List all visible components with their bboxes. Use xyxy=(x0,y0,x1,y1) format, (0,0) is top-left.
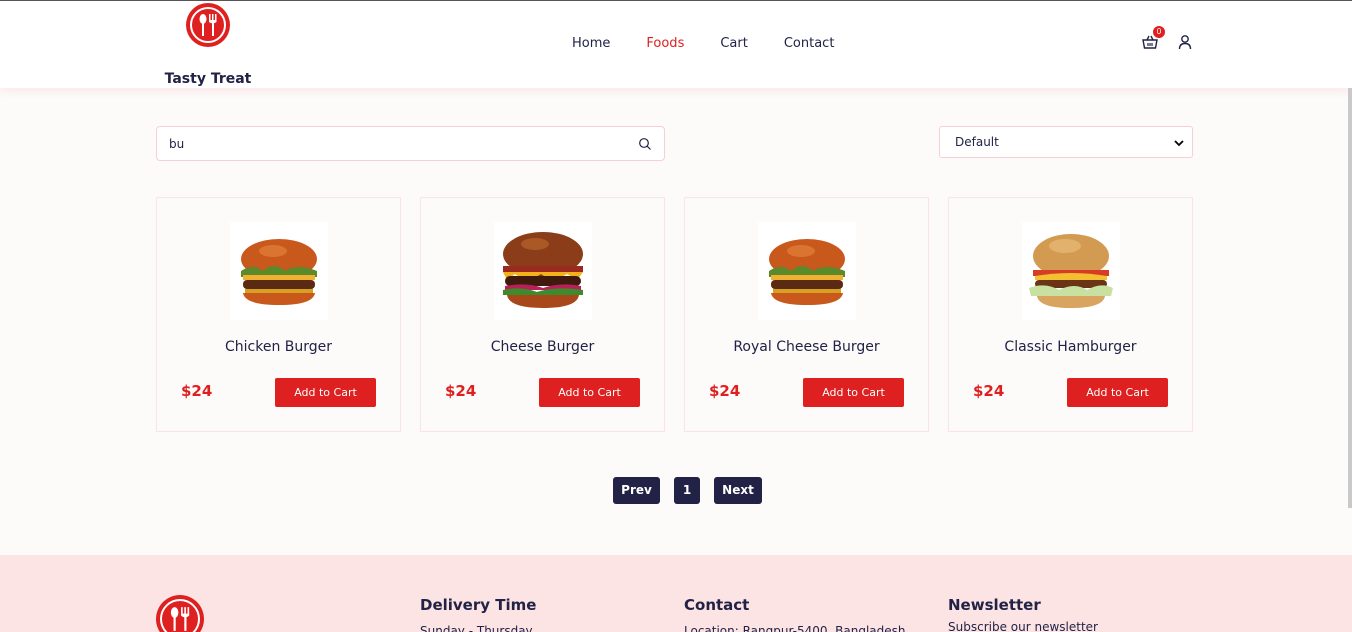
footer-newsletter-text: Subscribe our newsletter xyxy=(948,620,1098,632)
pagination-next-button[interactable]: Next xyxy=(714,477,762,504)
add-to-cart-button[interactable]: Add to Cart xyxy=(1067,378,1168,407)
page-scrollbar[interactable] xyxy=(1348,88,1352,508)
product-title[interactable]: Royal Cheese Burger xyxy=(685,339,928,355)
nav-cart[interactable]: Cart xyxy=(720,36,748,51)
search-icon[interactable] xyxy=(638,137,652,151)
product-image-chicken-burger[interactable] xyxy=(230,222,328,320)
product-title[interactable]: Chicken Burger xyxy=(157,339,400,355)
search-bar xyxy=(156,126,665,161)
nav-foods[interactable]: Foods xyxy=(646,36,684,51)
footer-logo-icon xyxy=(156,595,204,632)
chevron-down-icon xyxy=(1174,140,1184,147)
pagination-prev-button[interactable]: Prev xyxy=(613,477,660,504)
product-title[interactable]: Classic Hamburger xyxy=(949,339,1192,355)
cart-count-badge: 0 xyxy=(1153,26,1165,38)
product-image-royal-cheese-burger[interactable] xyxy=(758,222,856,320)
search-input[interactable] xyxy=(169,135,314,153)
product-card[interactable]: Royal Cheese Burger $24 Add to Cart xyxy=(684,197,929,432)
product-card[interactable]: Cheese Burger $24 Add to Cart xyxy=(420,197,665,432)
product-card[interactable]: Chicken Burger $24 Add to Cart xyxy=(156,197,401,432)
product-price: $24 xyxy=(709,382,741,400)
pagination-page-button[interactable]: 1 xyxy=(674,477,700,504)
sort-dropdown[interactable]: Default xyxy=(939,126,1193,158)
product-price: $24 xyxy=(181,382,213,400)
nav-home[interactable]: Home xyxy=(572,36,610,51)
footer-newsletter-heading: Newsletter xyxy=(948,596,1041,614)
brand-logo[interactable]: Tasty Treat xyxy=(160,3,256,87)
add-to-cart-button[interactable]: Add to Cart xyxy=(539,378,640,407)
user-icon[interactable] xyxy=(1177,34,1193,50)
site-footer: Delivery Time Sunday - Thursday Contact … xyxy=(0,555,1352,632)
add-to-cart-button[interactable]: Add to Cart xyxy=(803,378,904,407)
sort-selected-value: Default xyxy=(955,135,999,149)
footer-contact-heading: Contact xyxy=(684,596,750,614)
product-image-cheese-burger[interactable] xyxy=(494,222,592,320)
product-card[interactable]: Classic Hamburger $24 Add to Cart xyxy=(948,197,1193,432)
product-title[interactable]: Cheese Burger xyxy=(421,339,664,355)
site-header: Tasty Treat Home Foods Cart Contact 0 xyxy=(0,1,1352,88)
product-image-classic-hamburger[interactable] xyxy=(1022,222,1120,320)
brand-name: Tasty Treat xyxy=(164,71,252,87)
product-price: $24 xyxy=(445,382,477,400)
footer-delivery-text: Sunday - Thursday xyxy=(420,624,533,632)
footer-contact-text: Location: Rangpur-5400, Bangladesh xyxy=(684,624,906,632)
add-to-cart-button[interactable]: Add to Cart xyxy=(275,378,376,407)
product-price: $24 xyxy=(973,382,1005,400)
logo-icon xyxy=(186,3,230,47)
nav-contact[interactable]: Contact xyxy=(784,36,835,51)
main-nav: Home Foods Cart Contact xyxy=(572,36,870,51)
footer-delivery-heading: Delivery Time xyxy=(420,596,537,614)
